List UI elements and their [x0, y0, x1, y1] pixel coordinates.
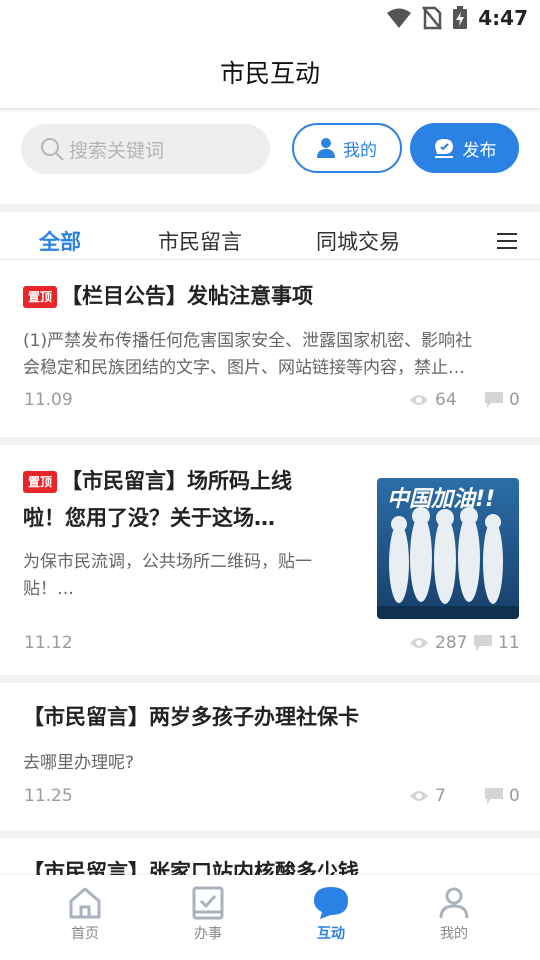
view-count: 287: [409, 633, 467, 653]
status-time: 4:47: [478, 6, 528, 30]
app-header: 市民互动: [0, 36, 540, 108]
post-date: 11.12: [24, 633, 73, 653]
post-card[interactable]: 【市民留言】两岁多孩子办理社保卡 去哪里办理呢? 11.25 7 0: [0, 683, 540, 830]
eye-icon: [410, 638, 428, 648]
publish-icon: [434, 139, 453, 158]
eye-icon: [410, 791, 428, 801]
category-tabs: 全部 市民留言 同城交易: [0, 212, 540, 260]
page-title: 市民互动: [219, 59, 320, 88]
my-posts-button[interactable]: 我的: [292, 123, 402, 173]
menu-icon[interactable]: [497, 233, 517, 249]
pinned-badge: 置顶: [23, 286, 58, 308]
nav-home-label: 首页: [71, 926, 99, 942]
nav-mine[interactable]: 我的: [414, 885, 494, 943]
comment-count: 0: [485, 786, 520, 806]
publish-label: 发布: [462, 140, 497, 161]
comment-icon: [474, 635, 492, 651]
comment-count: 11: [474, 633, 520, 653]
service-icon: [192, 886, 224, 920]
search-placeholder: 搜索关键词: [69, 139, 165, 162]
status-bar: 4:47: [0, 0, 540, 36]
post-card[interactable]: 【市民留言】张家口站内核酸多少钱: [0, 838, 540, 875]
no-sim-icon: [422, 6, 443, 30]
comment-count: 0: [485, 390, 520, 410]
publish-button[interactable]: 发布: [410, 123, 519, 173]
chat-bubble-icon: [314, 887, 348, 919]
tab-citizen-messages[interactable]: 市民留言: [158, 226, 242, 256]
eye-icon: [410, 395, 428, 405]
nav-interaction[interactable]: 互动: [291, 885, 371, 943]
search-input[interactable]: 搜索关键词: [21, 124, 270, 174]
nav-interaction-label: 互动: [317, 926, 345, 942]
tab-local-trade[interactable]: 同城交易: [316, 226, 400, 256]
user-icon: [439, 887, 469, 919]
my-posts-label: 我的: [343, 140, 377, 161]
post-title: 置顶 【栏目公告】发帖注意事项: [23, 278, 313, 315]
tab-all[interactable]: 全部: [39, 226, 81, 256]
post-card[interactable]: 置顶 【市民留言】场所码上线 啦！您用了没？关于这场… 为保市民流调，公共场所二维…: [0, 445, 540, 675]
search-icon: [41, 138, 64, 161]
nav-mine-label: 我的: [440, 926, 468, 942]
post-title: 置顶 【市民留言】场所码上线 啦！您用了没？关于这场…: [23, 469, 293, 530]
bottom-nav: 首页 办事 互动 我的: [0, 875, 540, 960]
view-count: 64: [409, 390, 457, 410]
search-row: 搜索关键词 我的 发布: [0, 108, 540, 204]
post-excerpt: (1)严禁发布传播任何危害国家安全、泄露国家机密、影响社 会稳定和民族团结的文字…: [23, 331, 473, 378]
post-excerpt: 去哪里办理呢?: [23, 753, 135, 773]
status-icons: 4:47: [386, 6, 528, 30]
view-count: 7: [409, 786, 446, 806]
battery-charging-icon: [453, 6, 468, 29]
post-card[interactable]: 置顶 【栏目公告】发帖注意事项 (1)严禁发布传播任何危害国家安全、泄露国家机密、…: [0, 260, 540, 437]
pinned-badge: 置顶: [23, 471, 58, 493]
home-icon: [69, 887, 101, 919]
post-thumbnail: 中国加油!!: [377, 478, 519, 619]
post-date: 11.09: [24, 390, 73, 410]
thumbnail-caption: 中国加油!!: [387, 487, 495, 512]
post-title: 【市民留言】张家口站内核酸多少钱: [23, 860, 359, 875]
nav-home[interactable]: 首页: [45, 885, 125, 943]
nav-services[interactable]: 办事: [168, 885, 248, 943]
comment-icon: [485, 392, 503, 408]
nav-services-label: 办事: [194, 926, 222, 942]
post-title: 【市民留言】两岁多孩子办理社保卡: [23, 705, 359, 729]
user-icon: [317, 138, 335, 158]
post-date: 11.25: [24, 786, 73, 806]
comment-icon: [485, 788, 503, 804]
wifi-icon: [387, 8, 412, 28]
post-excerpt: 为保市民流调，公共场所二维码，贴一 贴！…: [23, 552, 312, 599]
